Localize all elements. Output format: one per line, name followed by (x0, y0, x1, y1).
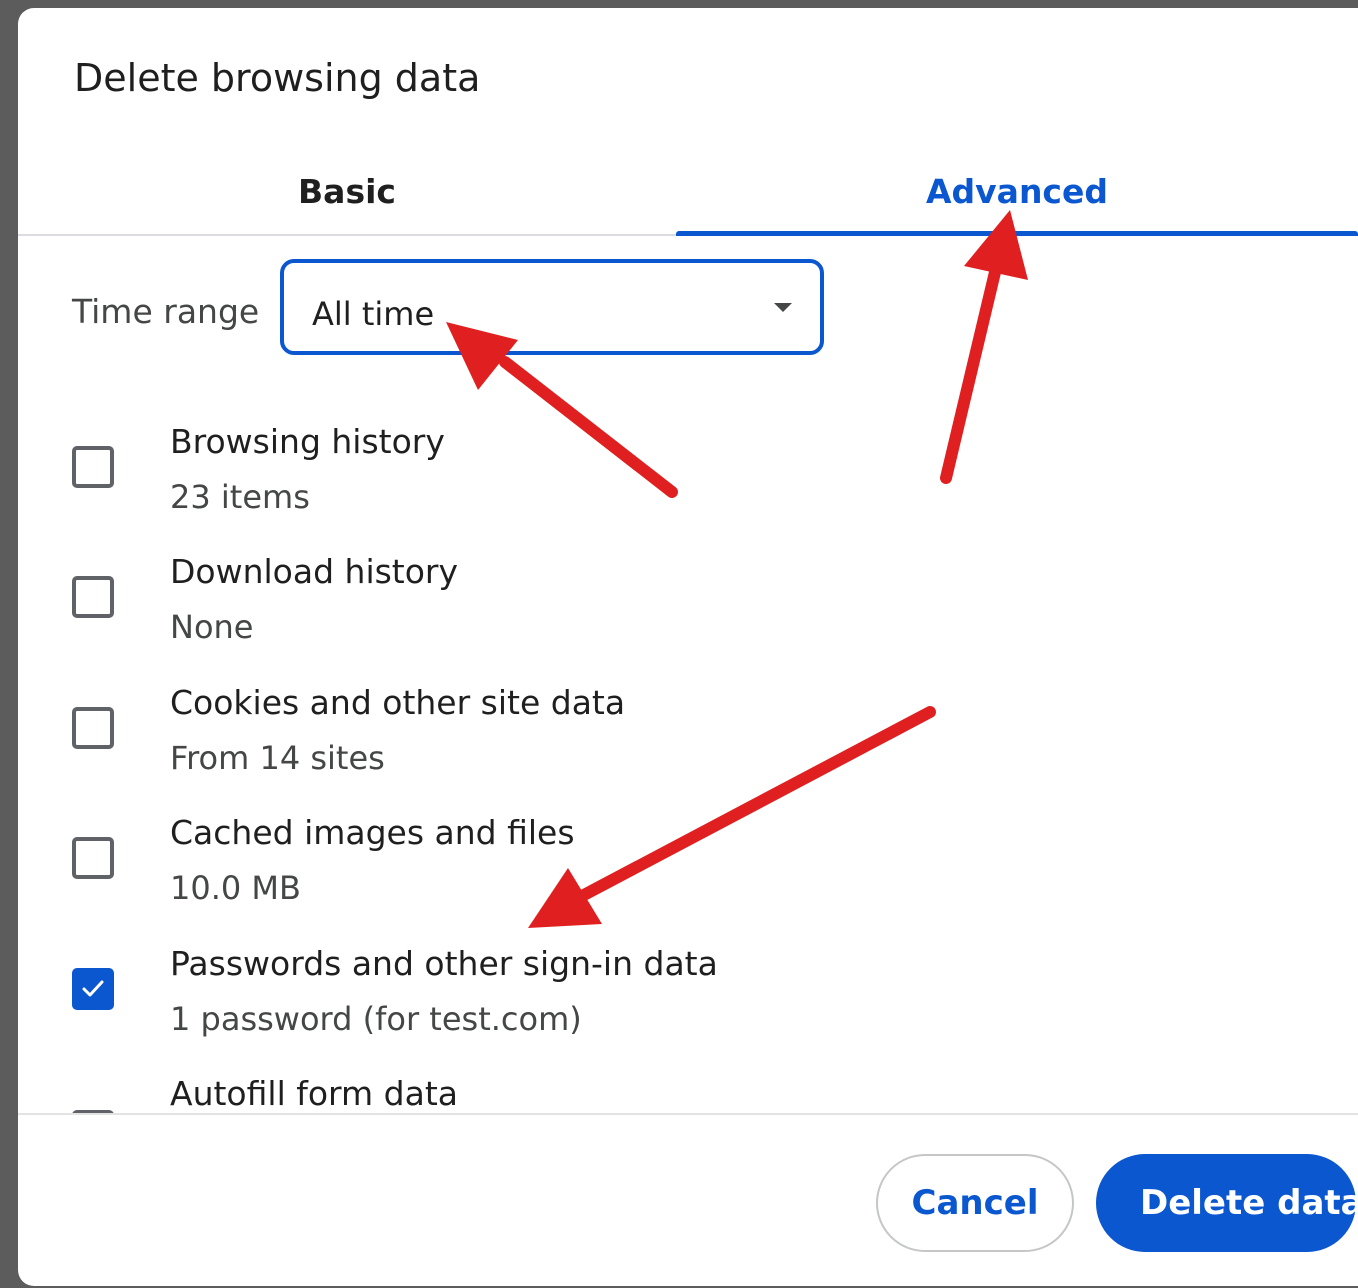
data-type-list: Browsing history 23 items Download histo… (18, 408, 1358, 1113)
time-range-label: Time range (72, 292, 260, 331)
tab-basic[interactable]: Basic (18, 148, 676, 234)
cached-images-checkbox[interactable] (72, 837, 114, 879)
cookies-checkbox[interactable] (72, 707, 114, 749)
time-range-select[interactable]: All time (280, 259, 824, 355)
download-history-checkbox[interactable] (72, 576, 114, 618)
item-detail: 23 items (170, 478, 310, 516)
time-range-value: All time (312, 295, 435, 333)
tab-bar: Basic Advanced (18, 148, 1358, 236)
passwords-checkbox[interactable] (72, 968, 114, 1010)
item-label: Cached images and files (170, 813, 575, 852)
footer-divider (18, 1113, 1358, 1115)
cancel-button[interactable]: Cancel (876, 1154, 1074, 1252)
item-label: Browsing history (170, 422, 445, 461)
list-item-browsing-history[interactable]: Browsing history 23 items (18, 408, 1358, 538)
item-detail: From 14 sites (170, 739, 385, 777)
list-item-cached-images[interactable]: Cached images and files 10.0 MB (18, 799, 1358, 929)
delete-browsing-data-dialog: Delete browsing data Basic Advanced Time… (18, 8, 1358, 1286)
delete-data-button[interactable]: Delete data (1096, 1154, 1358, 1252)
dialog-title: Delete browsing data (74, 56, 481, 100)
list-item-cookies[interactable]: Cookies and other site data From 14 site… (18, 669, 1358, 799)
item-detail: None (170, 608, 254, 646)
item-label: Passwords and other sign-in data (170, 944, 718, 983)
list-item-autofill[interactable]: Autofill form data (18, 1060, 1358, 1113)
item-label: Autofill form data (170, 1074, 458, 1113)
browsing-history-checkbox[interactable] (72, 446, 114, 488)
checkmark-icon (82, 980, 104, 997)
item-detail: 1 password (for test.com) (170, 1000, 582, 1038)
item-label: Cookies and other site data (170, 683, 626, 722)
tab-advanced[interactable]: Advanced (676, 148, 1358, 236)
item-detail: 10.0 MB (170, 869, 301, 907)
caret-down-icon (774, 303, 792, 312)
list-item-download-history[interactable]: Download history None (18, 538, 1358, 668)
list-item-passwords[interactable]: Passwords and other sign-in data 1 passw… (18, 930, 1358, 1060)
item-label: Download history (170, 552, 459, 591)
